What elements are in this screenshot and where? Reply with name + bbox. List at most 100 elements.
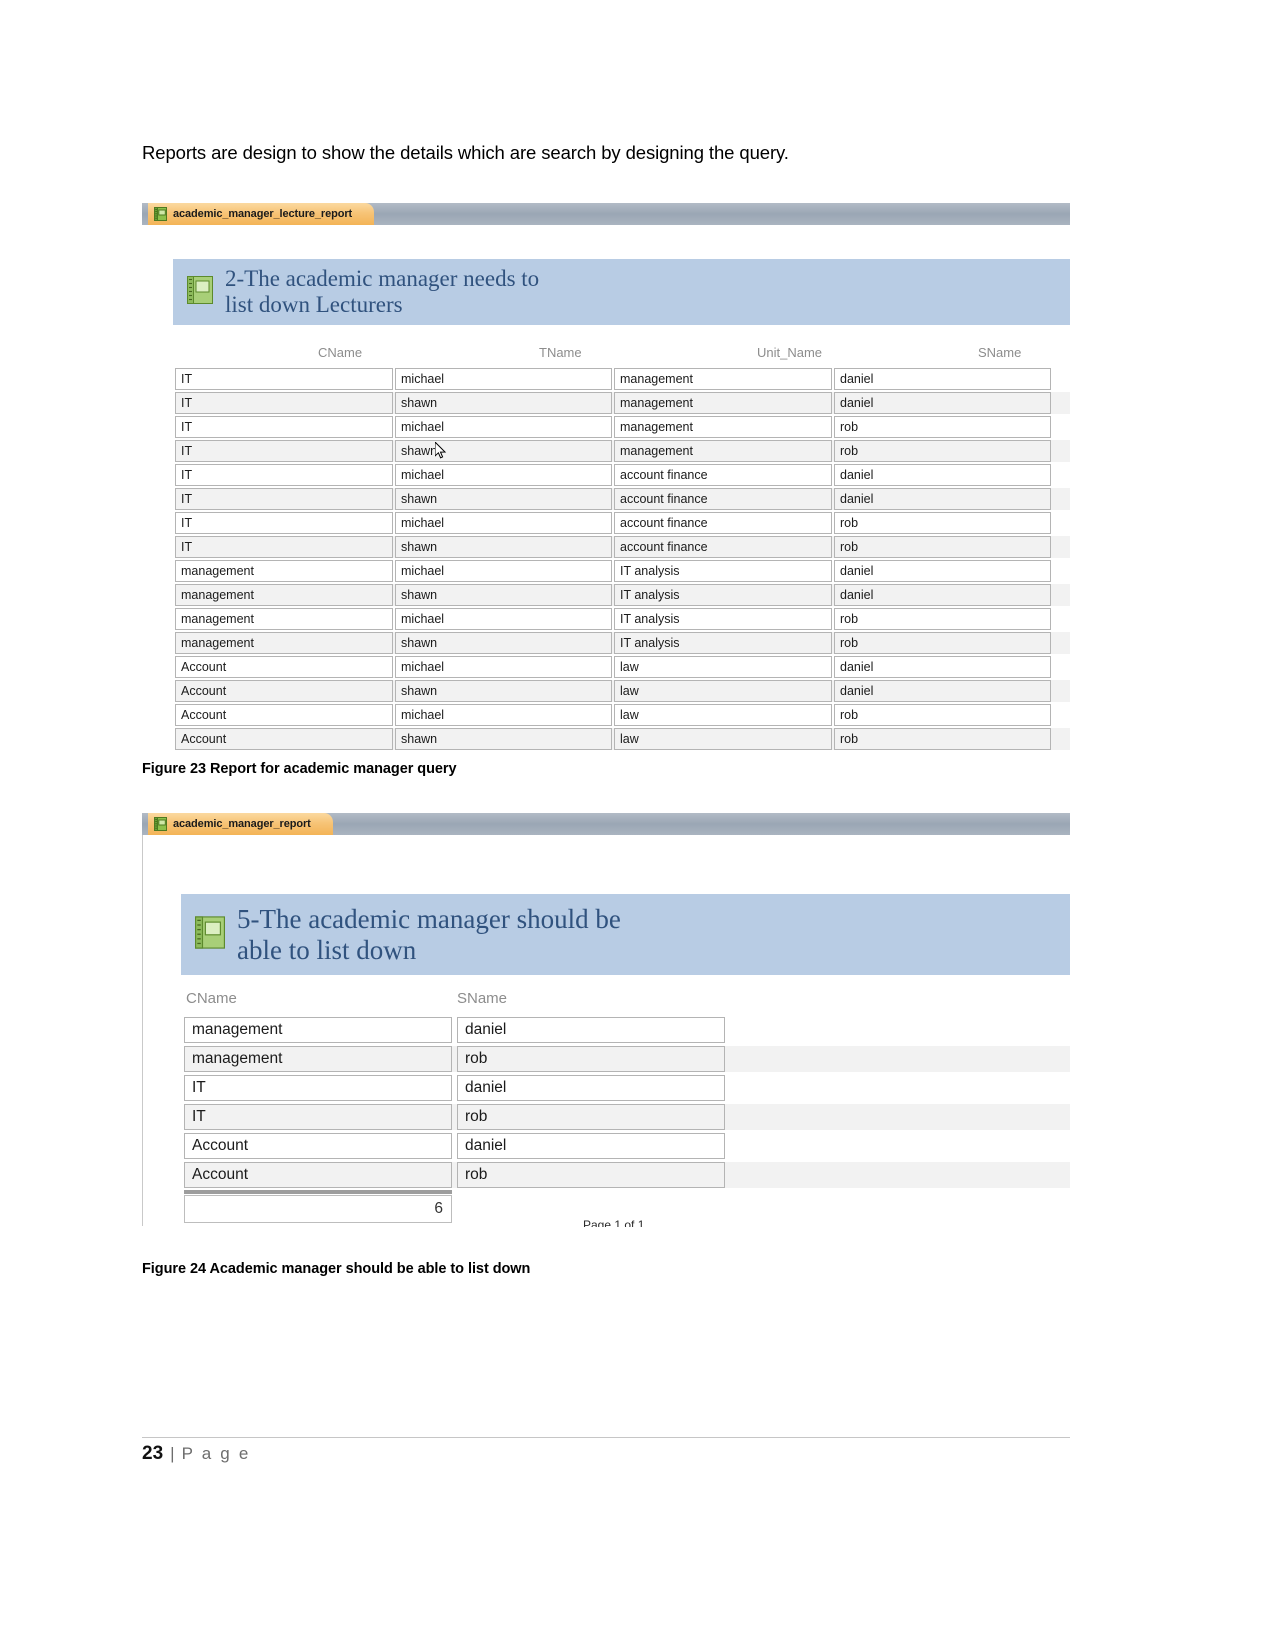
table-cell-unit-name: management	[614, 440, 832, 462]
table-cell-tname: shawn	[395, 488, 612, 510]
report2-left-rule	[142, 835, 143, 1226]
table-cell-sname: rob	[457, 1104, 725, 1130]
table-cell-sname: rob	[834, 632, 1051, 654]
table-cell-cname: Account	[175, 656, 393, 678]
table-cell-tname: shawn	[395, 392, 612, 414]
table-cell-cname: IT	[175, 464, 393, 486]
report-icon	[154, 817, 167, 831]
caption-figure-24: Figure 24 Academic manager should be abl…	[142, 1261, 531, 1277]
footer-page-word: P a g e	[181, 1444, 251, 1463]
report1-tabbar: academic_manager_lecture_report	[142, 203, 1070, 225]
report1-body: 2-The academic manager needs to list dow…	[142, 225, 1070, 750]
table-cell-cname: IT	[184, 1075, 452, 1101]
table-cell-sname: rob	[834, 440, 1051, 462]
table-cell-unit-name: law	[614, 704, 832, 726]
table-cell-unit-name: management	[614, 392, 832, 414]
report1-title-band: 2-The academic manager needs to list dow…	[173, 259, 1070, 325]
footer-page-number: 23	[142, 1443, 164, 1464]
table-cell-sname: daniel	[834, 392, 1051, 414]
table-cell-sname: daniel	[834, 656, 1051, 678]
table-cell-sname: rob	[457, 1162, 725, 1188]
table-cell-sname: daniel	[457, 1133, 725, 1159]
table-cell-tname: shawn	[395, 632, 612, 654]
report1-title-line2: list down Lecturers	[225, 292, 403, 317]
table-cell-tname: shawn	[395, 728, 612, 750]
table-cell-sname: daniel	[834, 680, 1051, 702]
table-cell-cname: IT	[175, 440, 393, 462]
table-cell-sname: rob	[834, 512, 1051, 534]
table-cell-sname: rob	[834, 416, 1051, 438]
report2-col-header-cname: CName	[186, 990, 237, 1007]
table-cell-sname: daniel	[834, 560, 1051, 582]
table-cell-tname: michael	[395, 512, 612, 534]
table-cell-tname: michael	[395, 560, 612, 582]
report2-col-header-sname: SName	[457, 990, 508, 1007]
table-cell-unit-name: management	[614, 416, 832, 438]
table-cell-cname: Account	[184, 1162, 452, 1188]
table-cell-sname: daniel	[834, 368, 1051, 390]
report1-col-header-cname: CName	[318, 345, 363, 360]
table-cell-cname: Account	[175, 728, 393, 750]
table-cell-tname: shawn	[395, 440, 612, 462]
document-page: Reports are design to show the details w…	[0, 0, 1275, 1651]
table-cell-sname: daniel	[834, 488, 1051, 510]
table-cell-cname: management	[184, 1046, 452, 1072]
table-cell-tname: shawn	[395, 584, 612, 606]
table-cell-unit-name: IT analysis	[614, 632, 832, 654]
table-cell-cname: IT	[175, 536, 393, 558]
table-cell-unit-name: law	[614, 728, 832, 750]
table-cell-sname: rob	[834, 704, 1051, 726]
table-cell-unit-name: account finance	[614, 464, 832, 486]
table-cell-sname: rob	[834, 608, 1051, 630]
table-cell-sname: rob	[834, 728, 1051, 750]
table-cell-tname: michael	[395, 608, 612, 630]
report2-title-band: 5-The academic manager should be able to…	[181, 894, 1070, 975]
table-cell-tname: michael	[395, 368, 612, 390]
table-cell-unit-name: account finance	[614, 488, 832, 510]
table-cell-unit-name: IT analysis	[614, 560, 832, 582]
caption-figure-23: Figure 23 Report for academic manager qu…	[142, 761, 457, 777]
table-cell-unit-name: law	[614, 656, 832, 678]
report2-title-line1: 5-The academic manager should be	[237, 904, 621, 935]
report-icon	[154, 207, 167, 221]
table-cell-cname: Account	[175, 680, 393, 702]
table-cell-cname: management	[175, 560, 393, 582]
table-cell-tname: shawn	[395, 680, 612, 702]
table-cell-unit-name: management	[614, 368, 832, 390]
access-report-window-2: academic_manager_report 5-The academic m…	[142, 813, 1070, 1227]
table-cell-sname: daniel	[457, 1017, 725, 1043]
table-cell-unit-name: IT analysis	[614, 608, 832, 630]
table-cell-cname: IT	[175, 488, 393, 510]
table-cell-unit-name: IT analysis	[614, 584, 832, 606]
table-cell-tname: shawn	[395, 536, 612, 558]
table-cell-tname: michael	[395, 416, 612, 438]
table-cell-sname: rob	[834, 536, 1051, 558]
table-cell-unit-name: account finance	[614, 536, 832, 558]
tab-academic-manager-report[interactable]: academic_manager_report	[148, 813, 333, 835]
tab-academic-manager-lecture-report[interactable]: academic_manager_lecture_report	[148, 203, 375, 225]
table-cell-cname: management	[175, 632, 393, 654]
report1-col-header-tname: TName	[539, 345, 582, 360]
table-cell-cname: Account	[175, 704, 393, 726]
intro-paragraph: Reports are design to show the details w…	[142, 142, 789, 163]
table-cell-sname: daniel	[834, 584, 1051, 606]
report2-total-box: 6	[184, 1195, 452, 1223]
table-cell-cname: IT	[175, 368, 393, 390]
report2-title: 5-The academic manager should be able to…	[237, 904, 621, 964]
page-footer: 23 | P a g e	[142, 1443, 251, 1465]
footer-divider	[142, 1437, 1070, 1438]
table-cell-tname: michael	[395, 656, 612, 678]
tab-label: academic_manager_report	[173, 818, 311, 830]
table-cell-cname: IT	[184, 1104, 452, 1130]
report1-col-header-sname: SName	[978, 345, 1022, 360]
table-cell-cname: management	[175, 584, 393, 606]
report1-title: 2-The academic manager needs to list dow…	[225, 266, 539, 318]
footer-separator: |	[170, 1444, 175, 1463]
report2-page-of: Page 1 of 1	[583, 1218, 645, 1227]
report1-col-header-unitname: Unit_Name	[757, 345, 823, 360]
table-cell-cname: management	[184, 1017, 452, 1043]
report2-body: 5-The academic manager should be able to…	[142, 835, 1070, 1227]
table-cell-tname: michael	[395, 704, 612, 726]
report-title-icon	[187, 275, 213, 309]
table-cell-cname: IT	[175, 416, 393, 438]
